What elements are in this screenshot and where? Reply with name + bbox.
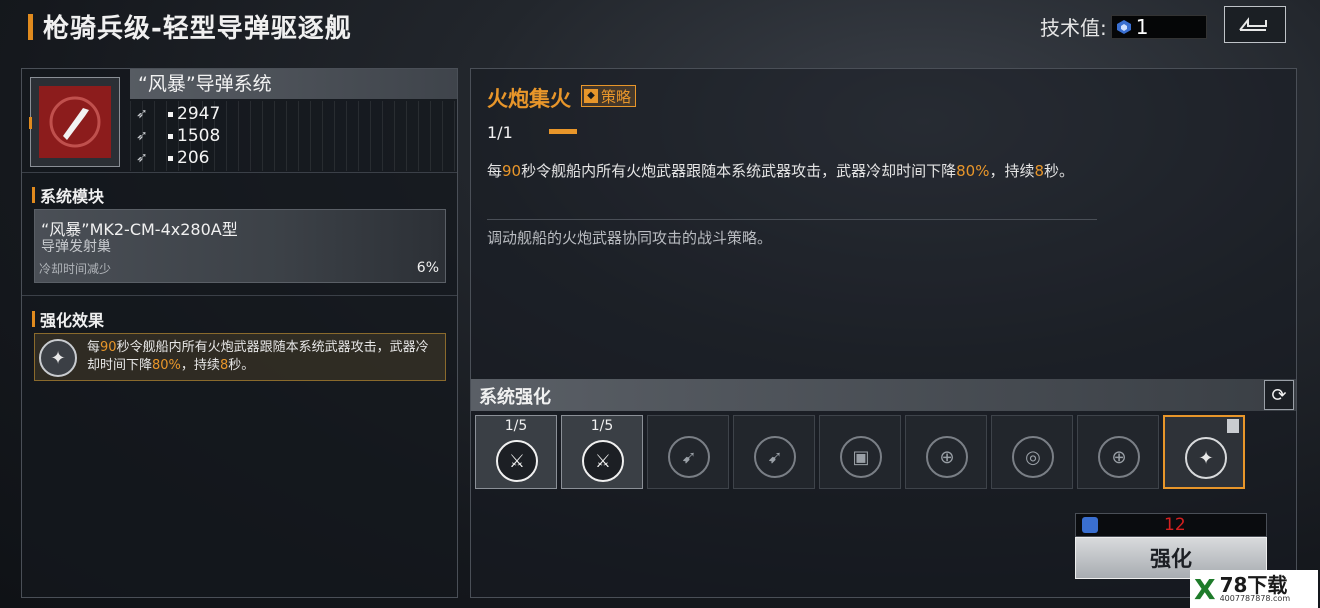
upgrades-title: 系统强化 bbox=[479, 387, 551, 408]
slot-level: 1/5 bbox=[504, 418, 528, 434]
guns-icon: ⚔ bbox=[582, 440, 624, 482]
speed-icon: ➶ bbox=[136, 150, 148, 166]
back-button[interactable] bbox=[1224, 6, 1286, 43]
stat-row: ➶ 1508 bbox=[136, 125, 220, 147]
title-accent bbox=[28, 13, 33, 40]
tech-icon bbox=[1116, 19, 1131, 34]
strategy-icon: ◆ bbox=[584, 89, 598, 103]
stat-value: 2947 bbox=[177, 104, 221, 124]
heading-accent bbox=[32, 187, 35, 203]
modules-title: 系统模块 bbox=[40, 187, 105, 206]
upgrade-cost: 12 bbox=[1075, 513, 1267, 537]
guns-icon: ⚔ bbox=[496, 440, 538, 482]
watermark-x-icon: X bbox=[1194, 572, 1216, 606]
skill-flavor-text: 调动舰船的火炮武器协同攻击的战斗策略。 bbox=[487, 229, 773, 247]
refresh-icon: ⟳ bbox=[1271, 384, 1287, 406]
skill-tag: ◆ 策略 bbox=[581, 85, 637, 107]
stat-row: ➶ 206 bbox=[136, 147, 209, 169]
strategy-badge-icon bbox=[1227, 419, 1239, 433]
module-effect-label: 冷却时间减少 bbox=[39, 262, 112, 276]
stat-dot bbox=[168, 155, 173, 161]
module-effect-value: 6% bbox=[416, 260, 439, 276]
weapon-stats: ➶ 2947 ➶ 1508 ➶ 206 bbox=[130, 101, 457, 171]
upgrade-slot[interactable]: ➹ bbox=[647, 415, 729, 489]
selection-marker bbox=[29, 117, 32, 129]
weapon-header: “风暴”导弹系统 ➶ 2947 ➶ 1508 ➶ 206 bbox=[22, 69, 457, 173]
skill-description: 每90秒令舰船内所有火炮武器跟随本系统武器攻击，武器冷却时间下降80%，持续8秒… bbox=[487, 162, 1075, 180]
stat-value: 206 bbox=[177, 148, 210, 168]
heading-accent bbox=[32, 311, 35, 327]
focus-fire-icon: ✦ bbox=[1185, 437, 1227, 479]
tech-value-box: 1 bbox=[1110, 14, 1207, 39]
tech-icon bbox=[1082, 517, 1098, 533]
target-icon: ⊕ bbox=[1098, 436, 1140, 478]
enhance-effect-title: 强化效果 bbox=[40, 311, 105, 330]
skill-name: 火炮集火 bbox=[487, 87, 571, 111]
upgrade-slot[interactable]: ◎ bbox=[991, 415, 1073, 489]
upgrade-slot[interactable]: 1/5 ⚔ bbox=[561, 415, 643, 489]
weapon-panel: “风暴”导弹系统 ➶ 2947 ➶ 1508 ➶ 206 系统模块 “风暴”MK… bbox=[21, 68, 458, 598]
stat-dot bbox=[168, 111, 173, 117]
watermark-logo: X 78下载 4007787878.com bbox=[1190, 570, 1318, 608]
target-icon: ⊕ bbox=[926, 436, 968, 478]
page-title: 枪骑兵级-轻型导弹驱逐舰 bbox=[43, 14, 352, 44]
upgrades-header: 系统强化 ⟳ bbox=[471, 379, 1296, 411]
watermark-text: 78下载 bbox=[1219, 573, 1288, 597]
upgrade-slot-selected[interactable]: ✦ bbox=[1163, 415, 1245, 489]
damage-icon: ➶ bbox=[136, 106, 148, 122]
watermark-url: 4007787878.com bbox=[1219, 594, 1291, 603]
radar-icon: ◎ bbox=[1012, 436, 1054, 478]
missiles-icon: ➹ bbox=[668, 436, 710, 478]
upgrade-slot[interactable]: ⊕ bbox=[1077, 415, 1159, 489]
skill-tag-label: 策略 bbox=[601, 87, 632, 106]
modules-heading: 系统模块 bbox=[32, 183, 104, 207]
upgrade-slot[interactable]: ▣ bbox=[819, 415, 901, 489]
back-arrow-icon bbox=[1239, 16, 1267, 31]
tech-label: 技术值: bbox=[1040, 16, 1107, 40]
weapon-icon-frame[interactable] bbox=[30, 77, 120, 167]
divider bbox=[487, 219, 1097, 220]
slot-level: 1/5 bbox=[590, 418, 614, 434]
cost-value: 12 bbox=[1164, 515, 1186, 535]
skill-panel: 火炮集火 ◆ 策略 1/1 每90秒令舰船内所有火炮武器跟随本系统武器攻击，武器… bbox=[470, 68, 1297, 598]
upgrade-slot[interactable]: ➹ bbox=[733, 415, 815, 489]
stat-value: 1508 bbox=[177, 126, 221, 146]
stat-dot bbox=[168, 133, 173, 139]
tech-value: 1 bbox=[1135, 14, 1149, 39]
refresh-button[interactable]: ⟳ bbox=[1264, 380, 1294, 410]
stat-row: ➶ 2947 bbox=[136, 103, 220, 125]
module-card[interactable]: “风暴”MK2-CM-4x280A型 导弹发射巢 冷却时间减少 6% bbox=[34, 209, 446, 283]
missile-crosshair-icon bbox=[39, 86, 111, 158]
skill-level: 1/1 bbox=[487, 123, 513, 142]
enhance-effect-heading: 强化效果 bbox=[32, 307, 104, 331]
enhance-effect-card: ✦ 每90秒令舰船内所有火炮武器跟随本系统武器攻击，武器冷却时间下降80%，持续… bbox=[34, 333, 446, 381]
upgrade-slots: 1/5 ⚔ 1/5 ⚔ ➹ ➹ ▣ ⊕ ◎ ⊕ ✦ bbox=[475, 415, 1249, 489]
upgrade-slot[interactable]: 1/5 ⚔ bbox=[475, 415, 557, 489]
range-icon: ➶ bbox=[136, 128, 148, 144]
upgrade-slot[interactable]: ⊕ bbox=[905, 415, 987, 489]
level-progress-bar bbox=[549, 129, 577, 134]
tech-points: 技术值: 1 bbox=[1040, 12, 1207, 41]
enhance-effect-text: 每90秒令舰船内所有火炮武器跟随本系统武器攻击，武器冷却时间下降80%，持续8秒… bbox=[87, 340, 429, 373]
weapon-name: “风暴”导弹系统 bbox=[130, 69, 457, 99]
title-bar: 枪骑兵级-轻型导弹驱逐舰 bbox=[28, 8, 352, 45]
missiles-icon: ➹ bbox=[754, 436, 796, 478]
module-type: 导弹发射巢 bbox=[41, 239, 111, 255]
divider bbox=[22, 295, 457, 296]
chip-icon: ▣ bbox=[840, 436, 882, 478]
focus-fire-icon: ✦ bbox=[39, 339, 77, 377]
